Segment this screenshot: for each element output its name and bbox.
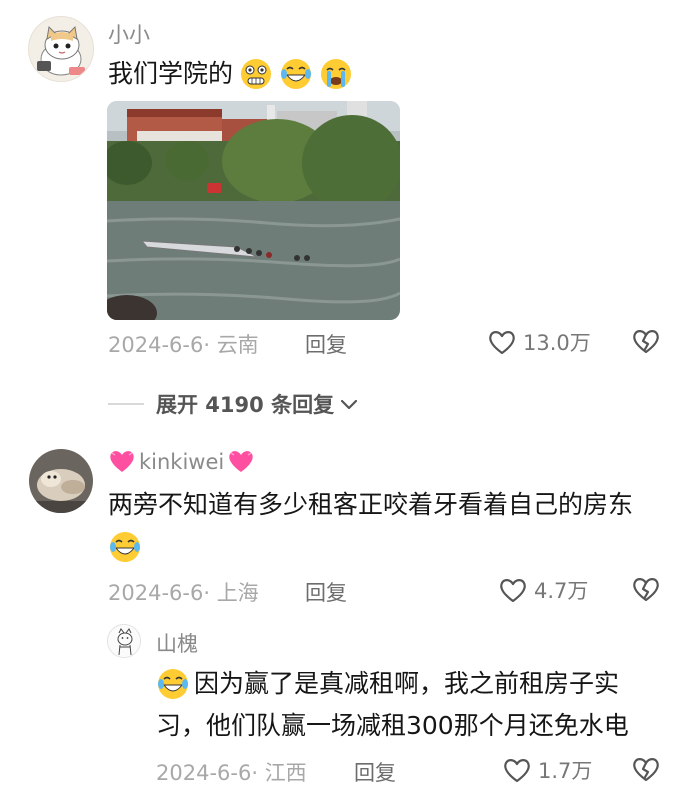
pink-heart-emoji-icon [229,451,253,472]
comment-emoji-row [108,530,142,564]
comment-text: 两旁不知道有多少租客正咬着牙看着自己的房东 [108,490,634,519]
comment-text-row: 我们学院的 [108,54,353,94]
expand-replies-button[interactable]: 展开 4190 条回复 [108,389,360,419]
like-button[interactable]: 13.0万 [487,327,591,357]
expand-replies-label: 展开 4190 条回复 [156,393,335,417]
broken-heart-icon [633,758,659,782]
comment-username-row: kinkiwei [108,449,255,475]
comment-meta: 2024-6-6· 云南 [108,333,259,357]
expand-divider [108,403,144,405]
reply-text-line-1: 因为赢了是真减租啊，我之前租房子实 [156,664,619,704]
avatar-shanhuai[interactable] [107,624,141,658]
dislike-button[interactable] [631,575,661,607]
comment-date: 2024-6-6 [108,333,204,357]
avatar-kinkiwei[interactable] [29,449,93,513]
heart-outline-icon [504,759,530,783]
reply-button[interactable]: 回复 [305,577,347,607]
like-count: 1.7万 [538,759,593,783]
animal-photo-avatar-icon [29,449,93,513]
pink-heart-emoji-icon [110,451,134,472]
broken-heart-icon [633,578,659,602]
comment-location: 上海 [216,581,259,605]
heart-outline-icon [500,579,526,603]
comment-meta: 2024-6-6· 上海 [108,581,259,605]
avatar-xiaoxiao[interactable] [28,16,94,82]
dislike-button[interactable] [631,755,661,786]
reply-button[interactable]: 回复 [354,757,396,786]
comment-username[interactable]: kinkiwei [139,450,224,474]
reply-text-line-2: 习，他们队赢一场减租300那个月还免水电 [156,711,629,740]
laughing-tears-emoji-icon [110,532,140,562]
heart-outline-icon [489,331,515,355]
cat-avatar-icon [29,17,93,81]
laughing-tears-emoji-icon [158,669,188,699]
dislike-button[interactable] [631,327,661,359]
like-count: 4.7万 [534,579,589,603]
reply-text: 因为赢了是真减租啊，我之前租房子实 [194,669,620,698]
like-button[interactable]: 1.7万 [502,755,592,785]
reply-date: 2024-6-6 [156,761,252,785]
laughing-tears-emoji-icon [281,59,312,89]
reply-meta: 2024-6-6· 江西 [156,761,307,785]
grimace-emoji-icon [241,59,272,89]
comment-text: 我们学院的 [108,59,234,88]
reply-username[interactable]: 山槐 [156,628,198,658]
comment-location: 云南 [216,333,259,357]
reply-button[interactable]: 回复 [305,329,347,359]
broken-heart-icon [633,330,659,354]
doodle-avatar-icon [108,625,140,657]
comment-date: 2024-6-6 [108,581,204,605]
crying-emoji-icon [321,59,352,89]
like-count: 13.0万 [523,331,591,355]
comment-username[interactable]: 小小 [108,19,150,49]
lake-boat-photo [107,101,400,320]
reply-location: 江西 [264,761,307,785]
comment-photo[interactable] [107,101,400,320]
like-button[interactable]: 4.7万 [498,575,588,605]
chevron-down-icon [340,399,358,410]
